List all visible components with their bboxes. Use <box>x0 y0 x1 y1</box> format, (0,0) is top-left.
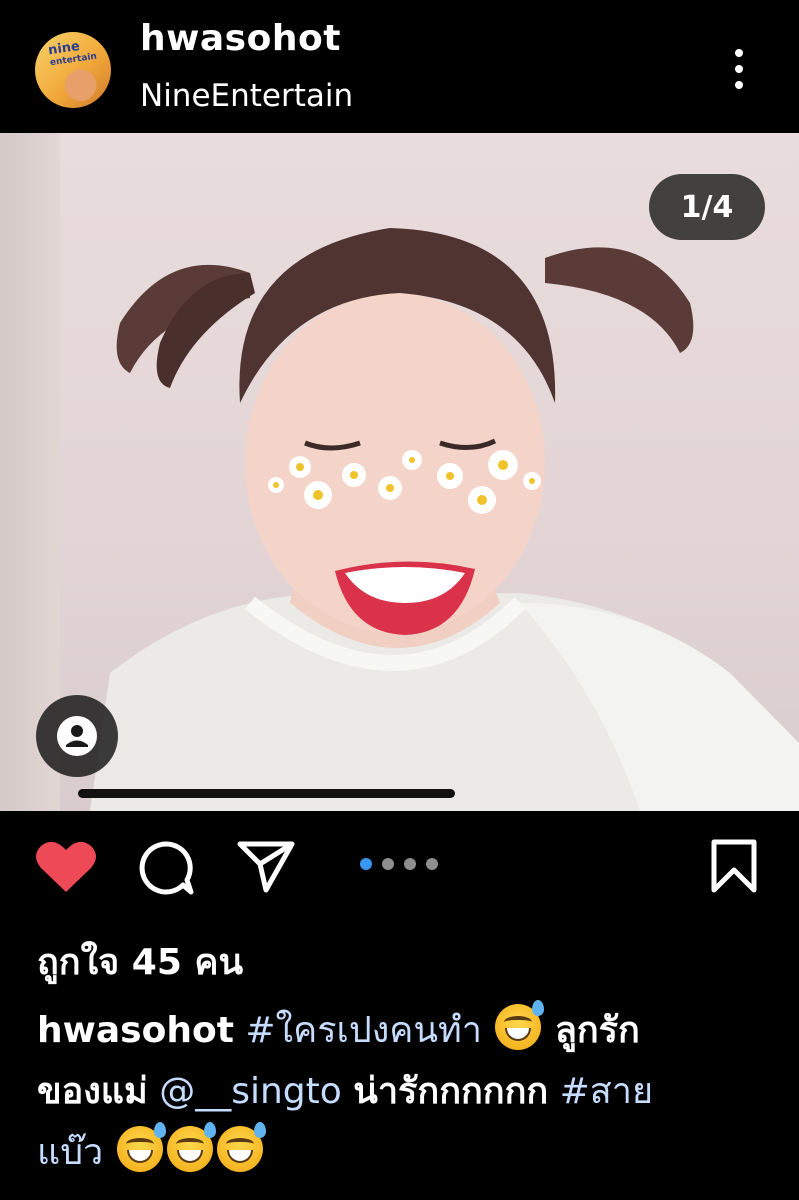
profile-avatar[interactable]: nine entertain <box>35 32 111 108</box>
post-photo[interactable]: 1/4 <box>0 133 799 811</box>
heart-icon[interactable] <box>35 838 97 898</box>
post-subtitle[interactable]: NineEntertain <box>140 78 353 114</box>
avatar-logo: nine entertain <box>47 38 98 69</box>
comment-icon[interactable] <box>137 840 195 900</box>
caption-hashtag[interactable]: #สาย <box>560 1071 653 1112</box>
carousel-dot <box>404 858 416 870</box>
bookmark-icon[interactable] <box>710 838 758 898</box>
carousel-dot-active <box>360 858 372 870</box>
carousel-dot <box>426 858 438 870</box>
person-tag-icon[interactable] <box>36 695 118 777</box>
likes-count[interactable]: ถูกใจ 45 คน <box>37 933 243 990</box>
more-options-icon[interactable] <box>725 45 753 95</box>
caption-hashtag-continued[interactable]: แบ๊ว <box>37 1132 103 1173</box>
grinning-sweat-emoji <box>116 1122 166 1172</box>
post-username[interactable]: hwasohot <box>140 18 341 59</box>
caption-mention[interactable]: @__singto <box>159 1071 342 1112</box>
caption-username[interactable]: hwasohot <box>37 1010 234 1051</box>
slide-counter-badge: 1/4 <box>649 174 765 240</box>
caption-text: ของแม่ <box>37 1071 148 1112</box>
video-scrubber[interactable] <box>78 789 455 798</box>
caption-hashtag[interactable]: #ใครเปงคนทำ <box>245 1010 482 1051</box>
grinning-sweat-emoji <box>216 1122 266 1172</box>
caption-text: น่ารักกกกกก <box>353 1071 549 1112</box>
carousel-dot <box>382 858 394 870</box>
caption-text: ลูกรัก <box>554 1010 640 1051</box>
post-header: nine entertain hwasohot NineEntertain <box>0 0 799 133</box>
share-icon[interactable] <box>236 838 296 898</box>
grinning-sweat-emoji <box>166 1122 216 1172</box>
post-caption: hwasohot #ใครเปงคนทำ ลูกรัก ของแม่ @__si… <box>37 1000 767 1183</box>
grinning-sweat-emoji <box>495 1000 545 1050</box>
